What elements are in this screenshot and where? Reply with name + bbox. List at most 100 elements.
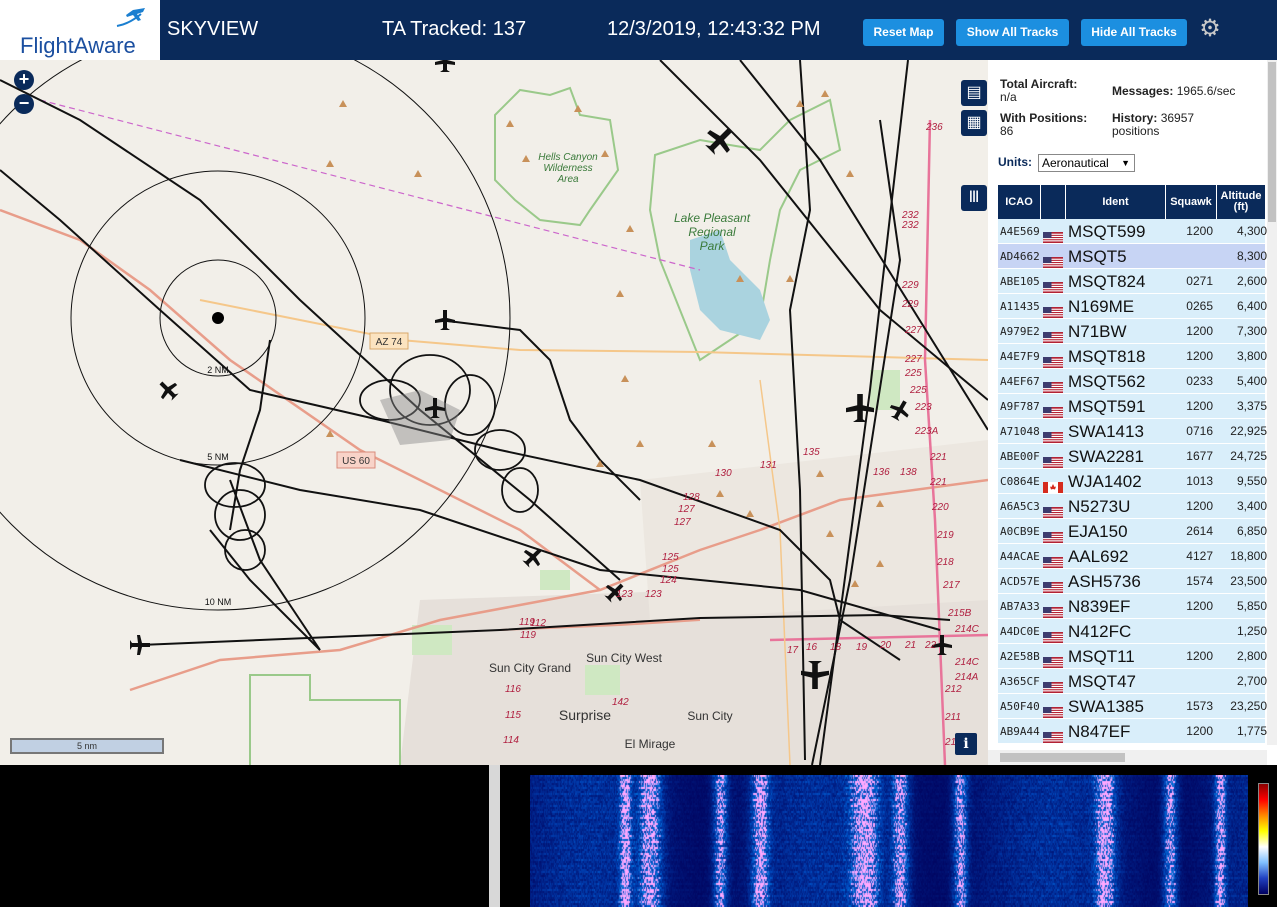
highway-exit-label: 127 (674, 517, 691, 528)
panel-horizontal-scrollbar[interactable] (988, 750, 1267, 765)
icao-cell: A4DC0E (1000, 625, 1040, 638)
highway-exit-label: 142 (612, 697, 629, 708)
highway-exit-label: 116 (505, 684, 521, 695)
panel-divider[interactable] (489, 765, 500, 907)
column-ident[interactable]: Ident (1066, 185, 1166, 219)
altitude-cell: 3,400 (1236, 499, 1267, 513)
highway-exit-label: 211 (944, 712, 961, 723)
icao-cell: A4E7F9 (1000, 350, 1040, 363)
aircraft-row[interactable]: A11435 N169ME 0265 6,400 (998, 294, 1267, 319)
highway-exit-label: 223 (914, 402, 932, 413)
icao-cell: A365CF (1000, 675, 1040, 688)
us-flag-icon (1043, 601, 1063, 618)
column-icao[interactable]: ICAO (998, 185, 1041, 219)
units-select[interactable]: Aeronautical ▼ (1038, 154, 1135, 172)
highway-exit-label: 229 (901, 299, 919, 310)
icao-cell: ABE105 (1000, 275, 1040, 288)
with-positions-stat: With Positions: 86 (1000, 112, 1110, 138)
ident-cell: MSQT599 (1068, 222, 1146, 241)
column-altitude[interactable]: Altitude (ft) (1217, 185, 1265, 219)
panel-vertical-scrollbar[interactable] (1267, 60, 1277, 745)
us-flag-icon (1043, 401, 1063, 418)
show-all-tracks-button[interactable]: Show All Tracks (956, 19, 1069, 46)
ident-cell: MSQT5 (1068, 247, 1127, 266)
ident-cell: SWA1413 (1068, 422, 1144, 441)
us-flag-icon (1043, 501, 1063, 518)
aircraft-row[interactable]: A4E569 MSQT599 1200 4,300 (998, 219, 1267, 244)
map-canvas[interactable]: Hells Canyon Wilderness Area Lake Pleasa… (0, 60, 988, 765)
squawk-cell: 0271 (1186, 274, 1213, 288)
aircraft-row[interactable]: ACD57E ASH5736 1574 23,500 (998, 569, 1267, 594)
units-label: Units: (998, 155, 1032, 169)
icao-cell: AB7A33 (1000, 600, 1040, 613)
aircraft-row[interactable]: A4EF67 MSQT562 0233 5,400 (998, 369, 1267, 394)
park-boundary (249, 674, 401, 765)
highway-exit-label: 18 (830, 642, 842, 653)
altitude-cell: 8,300 (1236, 249, 1267, 263)
reset-map-button[interactable]: Reset Map (863, 19, 944, 46)
columns-toggle-icon[interactable]: Ⅲ (961, 185, 987, 211)
aircraft-row[interactable]: A979E2 N71BW 1200 7,300 (998, 319, 1267, 344)
boundary-line (39, 99, 701, 271)
info-button[interactable]: i (955, 733, 977, 755)
squawk-cell: 1013 (1186, 474, 1213, 488)
aircraft-row[interactable]: A365CF MSQT47 2,700 (998, 669, 1267, 694)
highway-exit-label: 212 (944, 684, 962, 695)
icao-cell: A4ACAE (1000, 550, 1040, 563)
logo-text: FlightAware (20, 33, 136, 58)
hide-all-tracks-button[interactable]: Hide All Tracks (1081, 19, 1187, 46)
highway-exit-label: 131 (760, 460, 777, 471)
aircraft-panel: Total Aircraft: n/a Messages: 1965.6/sec… (988, 60, 1277, 765)
aircraft-row[interactable]: A2E58B MSQT11 1200 2,800 (998, 644, 1267, 669)
zoom-in-button[interactable]: + (14, 70, 34, 90)
messages-label: Messages: (1112, 84, 1174, 98)
total-aircraft-label: Total Aircraft: (1000, 77, 1078, 91)
column-squawk[interactable]: Squawk (1166, 185, 1217, 219)
gear-icon[interactable]: ⚙ (1198, 17, 1222, 41)
top-header-bar: FlightAware SKYVIEW TA Tracked: 137 12/3… (0, 0, 1277, 60)
aircraft-icon[interactable] (700, 120, 740, 160)
label-10nm: 10 NM (205, 597, 232, 607)
aircraft-row[interactable]: A6A5C3 N5273U 1200 3,400 (998, 494, 1267, 519)
park-area (540, 570, 570, 590)
aircraft-row[interactable]: ABE105 MSQT824 0271 2,600 (998, 269, 1267, 294)
aircraft-row[interactable]: A4DC0E N412FC 1,250 (998, 619, 1267, 644)
aircraft-row[interactable]: A4ACAE AAL692 4127 18,800 (998, 544, 1267, 569)
waterfall-color-scale (1258, 783, 1269, 895)
map-layers-icon[interactable]: ▤ (961, 80, 987, 106)
aircraft-icon[interactable] (435, 310, 455, 330)
map-view[interactable]: Hells Canyon Wilderness Area Lake Pleasa… (0, 60, 988, 765)
zoom-out-button[interactable]: − (14, 94, 34, 114)
aircraft-row[interactable]: A9F787 MSQT591 1200 3,375 (998, 394, 1267, 419)
aircraft-row[interactable]: C0864E WJA1402 1013 9,550 (998, 469, 1267, 494)
aircraft-row[interactable]: AB9A44 N847EF 1200 1,775 (998, 719, 1267, 744)
scrollbar-thumb[interactable] (1268, 62, 1276, 222)
aircraft-icon[interactable] (130, 635, 150, 655)
highway-exit-label: 119 (520, 630, 536, 641)
aircraft-row[interactable]: A50F40 SWA1385 1573 23,250 (998, 694, 1267, 719)
aircraft-row[interactable]: A0CB9E EJA150 2614 6,850 (998, 519, 1267, 544)
aircraft-icon[interactable] (154, 376, 182, 404)
grid-icon[interactable]: ▦ (961, 110, 987, 136)
aircraft-icon[interactable] (435, 60, 455, 72)
aircraft-row[interactable]: AB7A33 N839EF 1200 5,850 (998, 594, 1267, 619)
column-flag[interactable] (1041, 185, 1066, 219)
altitude-cell: 9,550 (1236, 474, 1267, 488)
highway-exit-label: 20 (879, 640, 892, 651)
chevron-down-icon: ▼ (1121, 158, 1130, 168)
history-value: 36957 (1160, 111, 1195, 125)
squawk-cell: 0265 (1186, 299, 1213, 313)
ident-cell: N847EF (1068, 722, 1131, 741)
range-ring-10nm (0, 60, 511, 611)
scrollbar-thumb[interactable] (1000, 753, 1125, 762)
squawk-cell: 1200 (1186, 399, 1213, 413)
app-name: SKYVIEW (167, 18, 259, 40)
us-flag-icon (1043, 651, 1063, 668)
icao-cell: A50F40 (1000, 700, 1040, 713)
highway-exit-label: 223A (914, 426, 939, 437)
aircraft-row[interactable]: ABE00F SWA2281 1677 24,725 (998, 444, 1267, 469)
flightaware-logo[interactable]: FlightAware (0, 0, 162, 60)
aircraft-row[interactable]: AD4662 MSQT5 8,300 (998, 244, 1267, 269)
aircraft-row[interactable]: A4E7F9 MSQT818 1200 3,800 (998, 344, 1267, 369)
aircraft-row[interactable]: A71048 SWA1413 0716 22,925 (998, 419, 1267, 444)
